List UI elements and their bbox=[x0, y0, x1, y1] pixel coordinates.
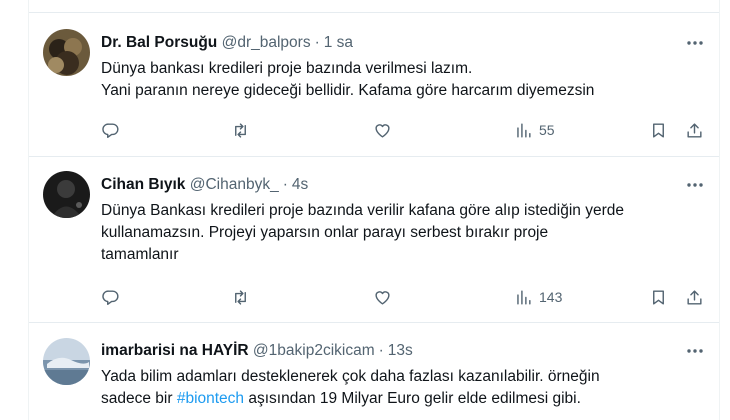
separator-dot: · bbox=[314, 34, 320, 51]
retweet-icon bbox=[235, 289, 246, 305]
action-bar: 143 bbox=[101, 287, 711, 307]
like-button[interactable] bbox=[373, 287, 392, 307]
reply-icon bbox=[102, 289, 119, 305]
timestamp[interactable]: 4s bbox=[292, 176, 308, 193]
reply-button[interactable] bbox=[101, 287, 120, 307]
share-icon bbox=[687, 289, 702, 305]
bookmark-icon bbox=[653, 122, 664, 138]
views-icon bbox=[517, 289, 531, 305]
separator-dot: · bbox=[378, 342, 384, 359]
more-icon[interactable] bbox=[685, 175, 705, 195]
tweet-text-segment: sadece bir bbox=[101, 390, 177, 407]
views-button[interactable]: 143 bbox=[514, 287, 562, 307]
tweet-line: Dünya bankası kredileri proje bazında ve… bbox=[101, 60, 473, 77]
display-name[interactable]: imarbarisi na HAYİR bbox=[101, 342, 249, 359]
share-button[interactable] bbox=[685, 287, 704, 307]
hashtag-link[interactable]: #biontech bbox=[177, 390, 244, 407]
retweet-button[interactable] bbox=[231, 287, 250, 307]
views-button[interactable]: 55 bbox=[514, 120, 555, 140]
tweet-line: sadece bir #biontech aşısından 19 Milyar… bbox=[101, 388, 701, 410]
tweet-3[interactable]: imarbarisi na HAYİR @1bakip2cikicam · 13s … bbox=[29, 323, 719, 420]
more-icon[interactable] bbox=[685, 33, 705, 53]
like-icon bbox=[375, 290, 390, 305]
tweet-text-segment: aşısından 19 Milyar Euro gelir elde edil… bbox=[244, 390, 581, 407]
more-icon[interactable] bbox=[685, 341, 705, 361]
tweet-text: Dünya bankası kredileri proje bazında ve… bbox=[101, 58, 701, 102]
tweet-text: Yada bilim adamları desteklenerek çok da… bbox=[101, 366, 701, 410]
like-button[interactable] bbox=[373, 120, 392, 140]
views-count: 143 bbox=[539, 289, 563, 305]
timestamp[interactable]: 13s bbox=[388, 342, 413, 359]
tweet-header: Dr. Bal Porsuğu @dr_balpors · 1 sa bbox=[101, 33, 353, 53]
bookmark-button[interactable] bbox=[649, 120, 668, 140]
timestamp[interactable]: 1 sa bbox=[324, 34, 353, 51]
bookmark-button[interactable] bbox=[649, 287, 668, 307]
separator-dot: · bbox=[282, 176, 288, 193]
tweet-1[interactable]: Dr. Bal Porsuğu @dr_balpors · 1 sa Dünya b… bbox=[29, 13, 719, 156]
avatar[interactable] bbox=[43, 338, 90, 385]
tweet-line: Dünya Bankası kredileri proje bazında ve… bbox=[101, 202, 624, 219]
user-handle[interactable]: @1bakip2cikicam bbox=[253, 342, 375, 359]
retweet-icon bbox=[235, 122, 246, 138]
tweet-line: Yani paranın nereye gideceği bellidir. K… bbox=[101, 82, 595, 99]
retweet-button[interactable] bbox=[231, 120, 250, 140]
tweet-header: imarbarisi na HAYİR @1bakip2cikicam · 13s bbox=[101, 341, 413, 361]
share-icon bbox=[687, 122, 702, 138]
avatar[interactable] bbox=[43, 29, 90, 76]
views-count: 55 bbox=[539, 122, 555, 138]
action-bar: 55 bbox=[101, 120, 711, 140]
tweet-line: kullanamazsın. Projeyi yaparsın onlar pa… bbox=[101, 224, 549, 241]
tweet-line: Yada bilim adamları desteklenerek çok da… bbox=[101, 368, 600, 385]
tweet-text: Dünya Bankası kredileri proje bazında ve… bbox=[101, 200, 701, 266]
reply-button[interactable] bbox=[101, 120, 120, 140]
tweet-line: tamamlanır bbox=[101, 246, 179, 263]
tweet-2[interactable]: Cihan Bıyık @Cihanbyk_ · 4s Dünya Bankası … bbox=[29, 157, 719, 322]
user-handle[interactable]: @Cihanbyk_ bbox=[190, 176, 279, 193]
tweet-header: Cihan Bıyık @Cihanbyk_ · 4s bbox=[101, 175, 308, 195]
display-name[interactable]: Cihan Bıyık bbox=[101, 176, 185, 193]
share-button[interactable] bbox=[685, 120, 704, 140]
like-icon bbox=[375, 123, 390, 138]
reply-icon bbox=[102, 122, 119, 138]
avatar[interactable] bbox=[43, 171, 90, 218]
views-icon bbox=[517, 122, 531, 138]
bookmark-icon bbox=[653, 289, 664, 305]
user-handle[interactable]: @dr_balpors bbox=[222, 34, 311, 51]
display-name[interactable]: Dr. Bal Porsuğu bbox=[101, 34, 217, 51]
